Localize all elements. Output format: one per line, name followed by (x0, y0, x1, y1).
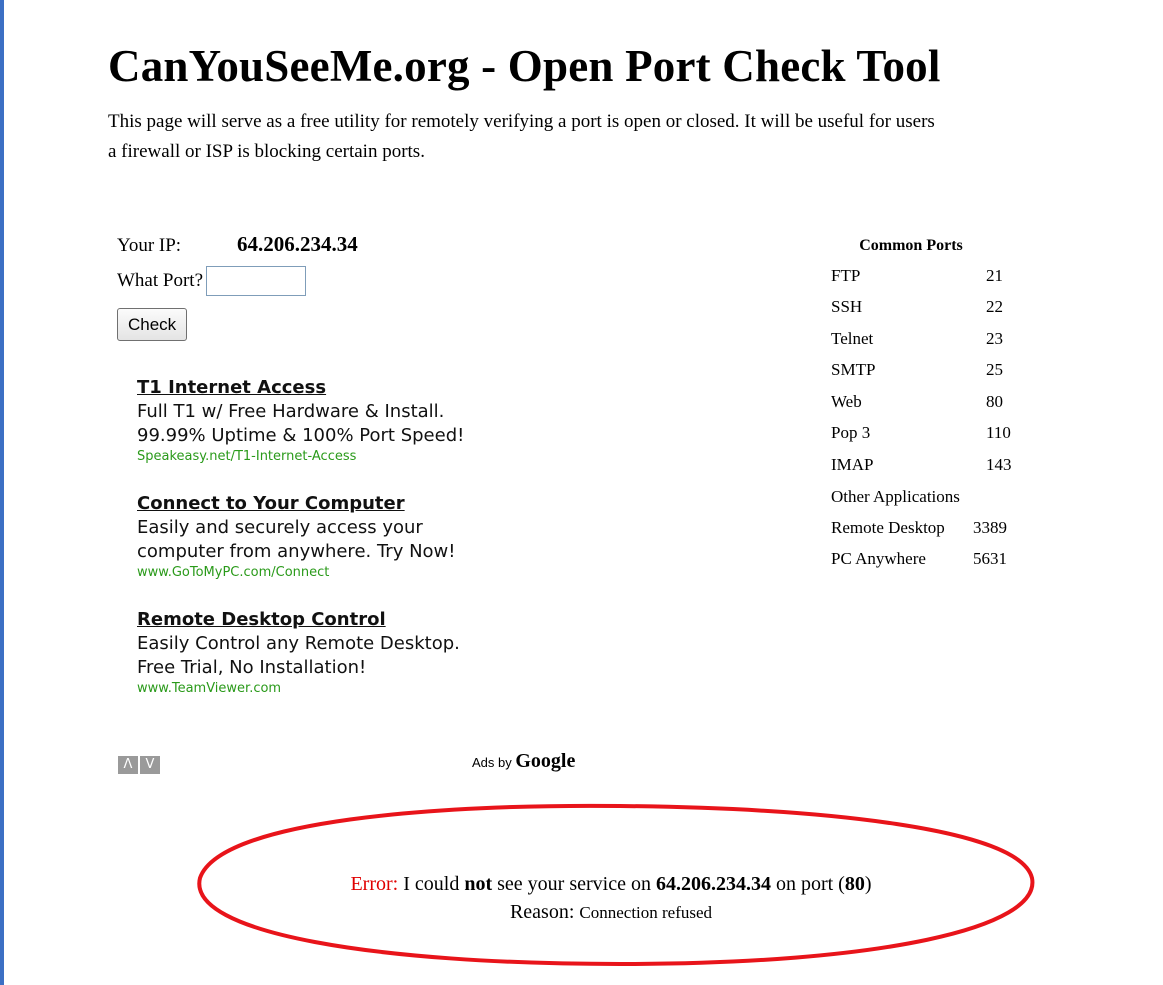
ad-block: T1 Internet Access Full T1 w/ Free Hardw… (137, 376, 464, 724)
port-number: 21 (986, 265, 1003, 285)
result-text: I could (403, 873, 460, 895)
other-applications-label: Other Applications (831, 486, 960, 506)
port-number: 22 (986, 297, 1003, 317)
ad-text: 99.99% Uptime & 100% Port Speed! (137, 425, 465, 446)
port-list-item: Remote Desktop 3389 (831, 512, 1036, 544)
port-input[interactable] (206, 266, 307, 296)
ad-item: T1 Internet Access Full T1 w/ Free Hardw… (137, 376, 464, 466)
result-text: ) (864, 873, 872, 895)
port-service-name: Pop 3 (831, 423, 871, 443)
left-border (0, 0, 4, 985)
reason-line: Reason: Connection refused (180, 898, 1042, 927)
port-number: 25 (986, 360, 1003, 380)
result-text: on port ( (775, 873, 845, 895)
port-number: 5631 (973, 549, 1007, 569)
common-ports-title: Common Ports (859, 237, 963, 254)
common-ports-table: Common Ports FTP 21 SSH 22 Telnet 23 SMT… (831, 232, 1036, 575)
port-service-name: IMAP (831, 454, 874, 474)
ip-label: Your IP: (117, 235, 182, 256)
port-list-item: SSH 22 (831, 292, 1036, 324)
google-wordmark: Google (515, 750, 576, 772)
ad-title-link[interactable]: T1 Internet Access (137, 376, 464, 400)
result-ip: 64.206.234.34 (655, 873, 771, 895)
result-message: Error: I could not see your service on 6… (180, 870, 1042, 927)
port-number: 23 (986, 328, 1003, 348)
ad-url-link[interactable]: www.GoToMyPC.com/Connect (137, 564, 464, 582)
page-title: CanYouSeeMe.org - Open Port Check Tool (108, 41, 941, 91)
port-service-name: FTP (831, 265, 861, 285)
ad-nav: Λ V (118, 756, 160, 774)
ad-text: Full T1 w/ Free Hardware & Install. (137, 401, 445, 422)
reason-value: Connection refused (579, 903, 713, 922)
port-number: 80 (986, 391, 1003, 411)
ad-next-button[interactable]: V (140, 756, 160, 774)
port-number: 110 (986, 423, 1011, 443)
ad-title-link[interactable]: Connect to Your Computer (137, 492, 464, 516)
ad-url-link[interactable]: www.TeamViewer.com (137, 680, 464, 698)
intro-line-2: a firewall or ISP is blocking certain po… (108, 141, 425, 162)
port-list-item: Pop 3 110 (831, 418, 1036, 450)
result-line: Error: I could not see your service on 6… (180, 870, 1042, 898)
ad-prev-button[interactable]: Λ (118, 756, 138, 774)
port-service-name: SSH (831, 297, 863, 317)
result-text: see your service on (497, 873, 651, 895)
port-service-name: Telnet (831, 328, 874, 348)
port-list-item: Web 80 (831, 386, 1036, 418)
page: { "header": { "title": "CanYouSeeMe.org … (0, 0, 1163, 985)
ad-url-link[interactable]: Speakeasy.net/T1-Internet-Access (137, 448, 464, 466)
port-list-item: IMAP 143 (831, 449, 1036, 481)
ads-by-label: Ads by (472, 755, 512, 770)
ad-text: Easily Control any Remote Desktop. (137, 633, 460, 654)
port-list-item: PC Anywhere 5631 (831, 544, 1036, 576)
port-service-name: SMTP (831, 360, 876, 380)
port-list-item: FTP 21 (831, 260, 1036, 292)
ad-title-link[interactable]: Remote Desktop Control (137, 608, 464, 632)
ip-row: Your IP: 64.206.234.34 (117, 232, 358, 262)
ad-text: Free Trial, No Installation! (137, 657, 367, 678)
port-check-form: Your IP: 64.206.234.34 What Port? Check (117, 232, 358, 341)
ad-text: Easily and securely access your (137, 517, 423, 538)
ad-text: computer from anywhere. Try Now! (137, 541, 456, 562)
ads-by-google-link[interactable]: Ads by Google (472, 750, 575, 773)
ad-item: Remote Desktop Control Easily Control an… (137, 608, 464, 698)
intro-line-1: This page will serve as a free utility f… (108, 111, 935, 132)
result-not: not (464, 873, 493, 895)
port-row: What Port? (117, 266, 358, 296)
port-service-name: Remote Desktop (831, 517, 945, 537)
port-service-name: Web (831, 391, 862, 411)
port-number: 143 (986, 454, 1012, 474)
intro-paragraph: This page will serve as a free utility f… (108, 107, 1163, 167)
port-label: What Port? (117, 270, 204, 291)
port-number: 3389 (973, 517, 1007, 537)
port-list-item: SMTP 25 (831, 355, 1036, 387)
reason-label: Reason: (509, 901, 575, 923)
ad-item: Connect to Your Computer Easily and secu… (137, 492, 464, 582)
error-label: Error: (350, 873, 399, 895)
port-service-name: PC Anywhere (831, 549, 926, 569)
check-button[interactable]: Check (117, 308, 188, 341)
ip-value: 64.206.234.34 (237, 232, 358, 256)
port-list-item: Telnet 23 (831, 323, 1036, 355)
result-port: 80 (844, 873, 865, 895)
